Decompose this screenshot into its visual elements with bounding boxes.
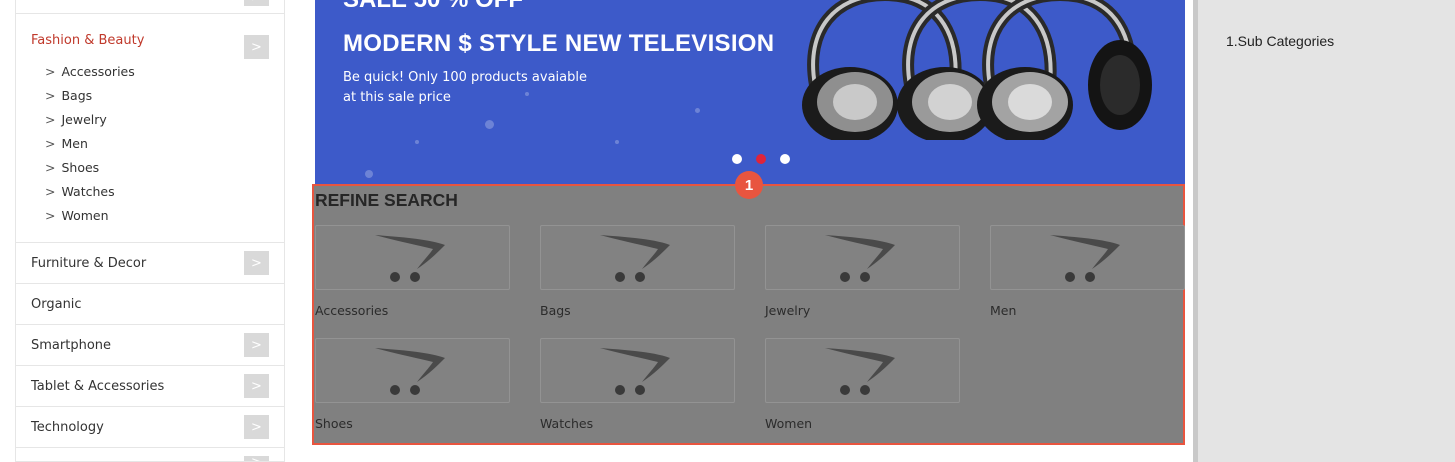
sidebar-item-organic[interactable]: Organic bbox=[16, 284, 284, 325]
subcategory-item-jewelry[interactable]: > Jewelry bbox=[45, 108, 284, 132]
refine-item-label[interactable]: Jewelry bbox=[765, 303, 810, 318]
sidebar-item-label[interactable]: Smartphone bbox=[31, 338, 111, 353]
decor-dot bbox=[615, 140, 619, 144]
refine-item-label[interactable]: Bags bbox=[540, 303, 571, 318]
decor-dot bbox=[365, 170, 373, 178]
banner-description: Be quick! Only 100 products avaiable at … bbox=[343, 70, 587, 105]
sidebar-item-technology[interactable]: Technology > bbox=[16, 407, 284, 448]
subcategory-label: Men bbox=[61, 136, 88, 151]
annotation-badge: 1 bbox=[735, 171, 763, 199]
banner-sale-text: SALE 50 % OFF bbox=[343, 0, 523, 14]
subcategory-label: Women bbox=[61, 208, 109, 223]
annotation-panel: 1.Sub Categories bbox=[1198, 0, 1455, 462]
refine-item-women[interactable]: Women bbox=[765, 338, 990, 451]
category-thumbnail[interactable] bbox=[315, 338, 510, 403]
refine-item-label[interactable]: Shoes bbox=[315, 416, 353, 431]
sidebar-item-label[interactable]: Organic bbox=[31, 297, 82, 312]
refine-item-bags[interactable]: Bags bbox=[540, 225, 765, 338]
chevron-right-icon: > bbox=[45, 136, 56, 151]
subcategory-label: Watches bbox=[61, 184, 115, 199]
shopping-cart-icon bbox=[1050, 235, 1120, 282]
refine-search-grid: Accessories Bags Jewelry Men Shoes Watches Wom… bbox=[315, 225, 1185, 451]
carousel-dot-2[interactable] bbox=[756, 154, 766, 164]
subcategory-label: Bags bbox=[61, 88, 93, 103]
sidebar-item-label[interactable]: Tablet & Accessories bbox=[31, 379, 164, 394]
chevron-right-icon[interactable]: > bbox=[244, 333, 269, 357]
chevron-right-icon[interactable]: > bbox=[244, 35, 269, 59]
category-thumbnail[interactable] bbox=[990, 225, 1185, 290]
chevron-right-icon[interactable]: > bbox=[244, 415, 269, 439]
subcategory-item-watches[interactable]: > Watches bbox=[45, 180, 284, 204]
refine-item-watches[interactable]: Watches bbox=[540, 338, 765, 451]
category-sidebar: > Fashion & Beauty > >Accessories>Bags>J… bbox=[15, 0, 285, 462]
category-thumbnail[interactable] bbox=[765, 225, 960, 290]
shopping-cart-icon bbox=[825, 235, 895, 282]
chevron-right-icon: > bbox=[45, 208, 56, 223]
carousel-pager bbox=[732, 154, 790, 164]
refine-item-accessories[interactable]: Accessories bbox=[315, 225, 540, 338]
category-thumbnail[interactable] bbox=[540, 225, 735, 290]
refine-item-label[interactable]: Women bbox=[765, 416, 812, 431]
headphones-image bbox=[802, 0, 1152, 140]
refine-item-label[interactable]: Accessories bbox=[315, 303, 388, 318]
subcategory-item-bags[interactable]: > Bags bbox=[45, 84, 284, 108]
shopping-cart-icon bbox=[600, 235, 670, 282]
chevron-right-icon: > bbox=[45, 88, 56, 103]
refine-item-label[interactable]: Men bbox=[990, 303, 1016, 318]
subcategory-label: Accessories bbox=[61, 64, 135, 79]
sidebar-item-smartphone[interactable]: Smartphone > bbox=[16, 325, 284, 366]
subcategory-item-women[interactable]: > Women bbox=[45, 204, 284, 228]
carousel-dot-1[interactable] bbox=[732, 154, 742, 164]
chevron-right-icon: > bbox=[45, 64, 56, 79]
sidebar-item-fashion-beauty[interactable]: Fashion & Beauty > > Accessories > Bags > Jew… bbox=[16, 14, 284, 243]
chevron-right-icon[interactable]: > bbox=[244, 455, 269, 461]
refine-search-heading: REFINE SEARCH bbox=[315, 190, 458, 210]
subcategory-label: Jewelry bbox=[61, 112, 107, 127]
sidebar-item-label[interactable]: Furniture & Decor bbox=[31, 256, 146, 271]
carousel-dot-3[interactable] bbox=[780, 154, 790, 164]
sidebar-item-more[interactable]: > bbox=[16, 448, 284, 461]
chevron-right-icon: > bbox=[45, 160, 56, 175]
shopping-cart-icon bbox=[600, 348, 670, 395]
subcategory-item-accessories[interactable]: > Accessories bbox=[45, 60, 284, 84]
sub-categories-label: 1.Sub Categories bbox=[1226, 33, 1335, 49]
refine-item-label[interactable]: Watches bbox=[540, 416, 593, 431]
refine-search-section: REFINE SEARCH Accessories Bags Jewelry Men S… bbox=[312, 184, 1185, 445]
refine-item-men[interactable]: Men bbox=[990, 225, 1215, 338]
subcategory-label: Shoes bbox=[61, 160, 100, 175]
refine-item-shoes[interactable]: Shoes bbox=[315, 338, 540, 451]
chevron-right-icon: > bbox=[45, 112, 56, 127]
category-thumbnail[interactable] bbox=[315, 225, 510, 290]
decor-dot bbox=[415, 140, 419, 144]
hero-banner[interactable]: SALE 50 % OFF MODERN $ STYLE NEW TELEVIS… bbox=[315, 0, 1185, 185]
shopping-cart-icon bbox=[375, 235, 445, 282]
subcategory-item-men[interactable]: > Men bbox=[45, 132, 284, 156]
banner-title: MODERN $ STYLE NEW TELEVISION bbox=[343, 30, 775, 57]
subcategory-item-shoes[interactable]: > Shoes bbox=[45, 156, 284, 180]
sidebar-item-furniture-and-decor[interactable]: Furniture & Decor > bbox=[16, 243, 284, 284]
shopping-cart-icon bbox=[825, 348, 895, 395]
refine-item-jewelry[interactable]: Jewelry bbox=[765, 225, 990, 338]
sidebar-item-top[interactable]: > bbox=[16, 0, 284, 14]
chevron-right-icon[interactable]: > bbox=[244, 374, 269, 398]
category-thumbnail[interactable] bbox=[765, 338, 960, 403]
shopping-cart-icon bbox=[375, 348, 445, 395]
chevron-right-icon[interactable]: > bbox=[244, 0, 269, 6]
chevron-right-icon: > bbox=[45, 184, 56, 199]
category-thumbnail[interactable] bbox=[540, 338, 735, 403]
chevron-right-icon[interactable]: > bbox=[244, 251, 269, 275]
subcategory-list: > Accessories > Bags > Jewelry > Men > Shoes > Watc… bbox=[31, 60, 284, 228]
decor-dot bbox=[695, 108, 700, 113]
sidebar-item-tablet-and-accessories[interactable]: Tablet & Accessories > bbox=[16, 366, 284, 407]
decor-dot bbox=[485, 120, 494, 129]
sidebar-item-label[interactable]: Technology bbox=[31, 420, 104, 435]
